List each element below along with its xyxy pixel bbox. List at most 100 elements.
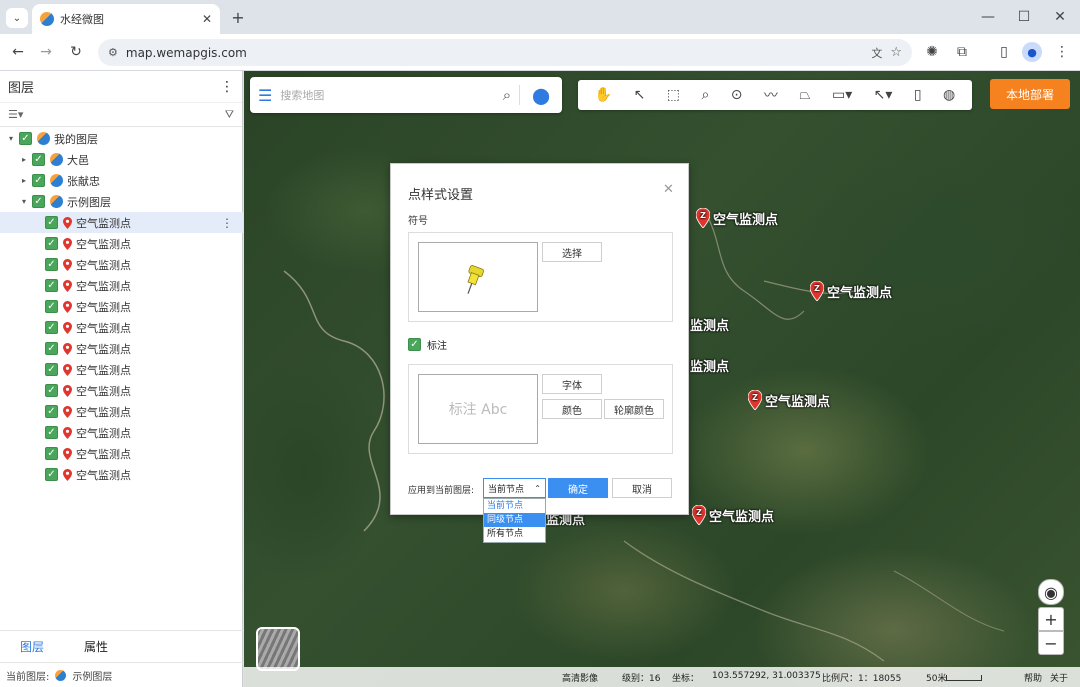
location-pin-icon[interactable]: ⬤ — [528, 86, 554, 105]
layer-visibility-checkbox[interactable]: ✓ — [45, 468, 58, 481]
dropdown-option[interactable]: 所有节点 — [484, 527, 545, 541]
tree-item-point[interactable]: ✓ 空气监测点 — [0, 317, 243, 338]
tree-item-point[interactable]: ✓ 空气监测点 — [0, 233, 243, 254]
maximize-icon[interactable]: ☐ — [1014, 7, 1034, 27]
layer-visibility-checkbox[interactable]: ✓ — [45, 258, 58, 271]
extension-icon[interactable]: ✺ — [922, 42, 942, 62]
layer-visibility-checkbox[interactable]: ✓ — [45, 447, 58, 460]
layer-visibility-checkbox[interactable]: ✓ — [19, 132, 32, 145]
layer-visibility-checkbox[interactable]: ✓ — [45, 300, 58, 313]
expanded-caret-icon[interactable]: ▾ — [19, 197, 29, 206]
dropdown-option[interactable]: 同级节点 — [484, 513, 545, 527]
tree-item-layer[interactable]: ▾ ✓ 我的图层 — [0, 128, 243, 149]
cancel-button[interactable]: 取消 — [612, 478, 672, 498]
measure-ruler-icon[interactable]: ▭▾ — [832, 87, 852, 103]
tree-item-point[interactable]: ✓ 空气监测点 — [0, 401, 243, 422]
zoom-out-button[interactable]: − — [1038, 631, 1064, 655]
font-button[interactable]: 字体 — [542, 374, 602, 394]
imagery-type[interactable]: 高清影像 — [562, 671, 598, 684]
collapsed-caret-icon[interactable]: ▸ — [19, 176, 29, 185]
tree-item-point[interactable]: ✓ 空气监测点 — [0, 443, 243, 464]
panel-more-icon[interactable]: ⋮ — [220, 79, 234, 95]
map-marker[interactable]: Z 空气监测点 — [692, 505, 774, 525]
zoom-box-icon[interactable]: ⌕ — [701, 87, 709, 103]
collapsed-caret-icon[interactable]: ▸ — [19, 155, 29, 164]
select-pointer-icon[interactable]: ↖ — [634, 87, 646, 103]
layer-visibility-checkbox[interactable]: ✓ — [45, 342, 58, 355]
tab-layers[interactable]: 图层 — [0, 638, 64, 655]
translate-icon[interactable]: 文 — [871, 45, 882, 61]
help-link[interactable]: 帮助 — [1024, 671, 1042, 684]
filter-icon[interactable]: ⛛ — [225, 108, 234, 122]
layer-visibility-checkbox[interactable]: ✓ — [45, 426, 58, 439]
map-search-input[interactable]: 搜索地图 — [280, 87, 494, 103]
back-arrow-icon[interactable]: ← — [8, 42, 28, 62]
layer-visibility-checkbox[interactable]: ✓ — [32, 153, 45, 166]
layer-visibility-checkbox[interactable]: ✓ — [45, 279, 58, 292]
tree-item-point[interactable]: ✓ 空气监测点 — [0, 380, 243, 401]
mobile-icon[interactable]: ▯ — [914, 87, 922, 103]
box-select-icon[interactable]: ⬚ — [667, 87, 680, 103]
side-panel-icon[interactable]: ▯ — [994, 42, 1014, 62]
site-info-icon[interactable]: ⚙ — [108, 46, 118, 59]
draw-polygon-icon[interactable]: ⏢ — [799, 87, 810, 103]
layer-visibility-checkbox[interactable]: ✓ — [45, 237, 58, 250]
tree-item-point[interactable]: ✓ 空气监测点 — [0, 338, 243, 359]
tree-item-layer[interactable]: ▸ ✓ 大邑 — [0, 149, 243, 170]
url-text[interactable]: map.wemapgis.com — [126, 46, 863, 60]
dialog-close-icon[interactable]: ✕ — [663, 182, 674, 197]
about-link[interactable]: 关于 — [1050, 671, 1068, 684]
map-marker[interactable]: Z 空气监测点 — [696, 208, 778, 228]
layer-visibility-checkbox[interactable]: ✓ — [45, 363, 58, 376]
profile-avatar-icon[interactable]: ● — [1022, 42, 1042, 62]
layer-visibility-checkbox[interactable]: ✓ — [32, 195, 45, 208]
tree-item-point[interactable]: ✓ 空气监测点 — [0, 275, 243, 296]
layer-visibility-checkbox[interactable]: ✓ — [45, 321, 58, 334]
layer-visibility-checkbox[interactable]: ✓ — [45, 384, 58, 397]
draw-point-icon[interactable]: ⊙ — [731, 87, 743, 103]
map-marker[interactable]: Z 空气监测点 — [810, 281, 892, 301]
puzzle-extensions-icon[interactable]: ⧉ — [952, 42, 972, 62]
map-marker[interactable]: Z 空气监测点 — [748, 390, 830, 410]
zoom-in-button[interactable]: + — [1038, 607, 1064, 631]
tree-item-point[interactable]: ✓ 空气监测点 — [0, 464, 243, 485]
draw-line-icon[interactable]: 〰 — [764, 85, 778, 105]
minimize-icon[interactable]: — — [978, 7, 998, 27]
tree-item-point[interactable]: ✓ 空气监测点 — [0, 254, 243, 275]
tree-item-layer[interactable]: ▾ ✓ 示例图层 — [0, 191, 243, 212]
outline-color-button[interactable]: 轮廓颜色 — [604, 399, 664, 419]
forward-arrow-icon[interactable]: → — [36, 42, 56, 62]
tree-item-point[interactable]: ✓ 空气监测点 — [0, 359, 243, 380]
bookmark-star-icon[interactable]: ☆ — [890, 45, 902, 60]
expanded-caret-icon[interactable]: ▾ — [6, 134, 16, 143]
pan-hand-icon[interactable]: ✋ — [595, 87, 612, 103]
new-tab-plus-icon[interactable]: + — [228, 7, 248, 27]
layer-view-menu-icon[interactable]: ☰▾ — [8, 108, 23, 121]
color-button[interactable]: 颜色 — [542, 399, 602, 419]
apply-scope-select[interactable]: 当前节点 ⌃ — [483, 478, 546, 498]
hamburger-menu-icon[interactable]: ☰ — [258, 86, 272, 105]
dropdown-option[interactable]: 当前节点 — [484, 499, 545, 513]
omnibox[interactable]: ⚙ map.wemapgis.com 文 ☆ — [98, 39, 912, 66]
close-tab-icon[interactable]: ✕ — [202, 12, 212, 26]
ok-button[interactable]: 确定 — [548, 478, 608, 498]
basemap-switch-thumbnail[interactable] — [256, 627, 300, 671]
label-checkbox[interactable]: ✓ — [408, 338, 421, 351]
layer-visibility-checkbox[interactable]: ✓ — [45, 405, 58, 418]
tree-item-point[interactable]: ✓ 空气监测点 ⋮ — [0, 212, 243, 233]
reload-icon[interactable]: ↻ — [66, 42, 86, 62]
globe-icon[interactable]: ◍ — [943, 87, 955, 103]
select-symbol-button[interactable]: 选择 — [542, 242, 602, 262]
browser-menu-icon[interactable]: ⋮ — [1052, 42, 1072, 62]
tree-item-point[interactable]: ✓ 空气监测点 — [0, 296, 243, 317]
locate-me-icon[interactable]: ◉ — [1038, 579, 1064, 605]
local-deploy-button[interactable]: 本地部署 — [990, 79, 1070, 109]
tab-attributes[interactable]: 属性 — [64, 638, 128, 655]
tab-search-chevron-icon[interactable]: ⌄ — [6, 8, 28, 28]
identify-icon[interactable]: ↖▾ — [874, 87, 893, 103]
tree-item-more-icon[interactable]: ⋮ — [221, 216, 233, 230]
close-window-icon[interactable]: ✕ — [1050, 7, 1070, 27]
tree-item-layer[interactable]: ▸ ✓ 张献忠 — [0, 170, 243, 191]
map-search-box[interactable]: ☰ 搜索地图 ⌕ ⬤ — [250, 77, 562, 113]
tree-item-point[interactable]: ✓ 空气监测点 — [0, 422, 243, 443]
